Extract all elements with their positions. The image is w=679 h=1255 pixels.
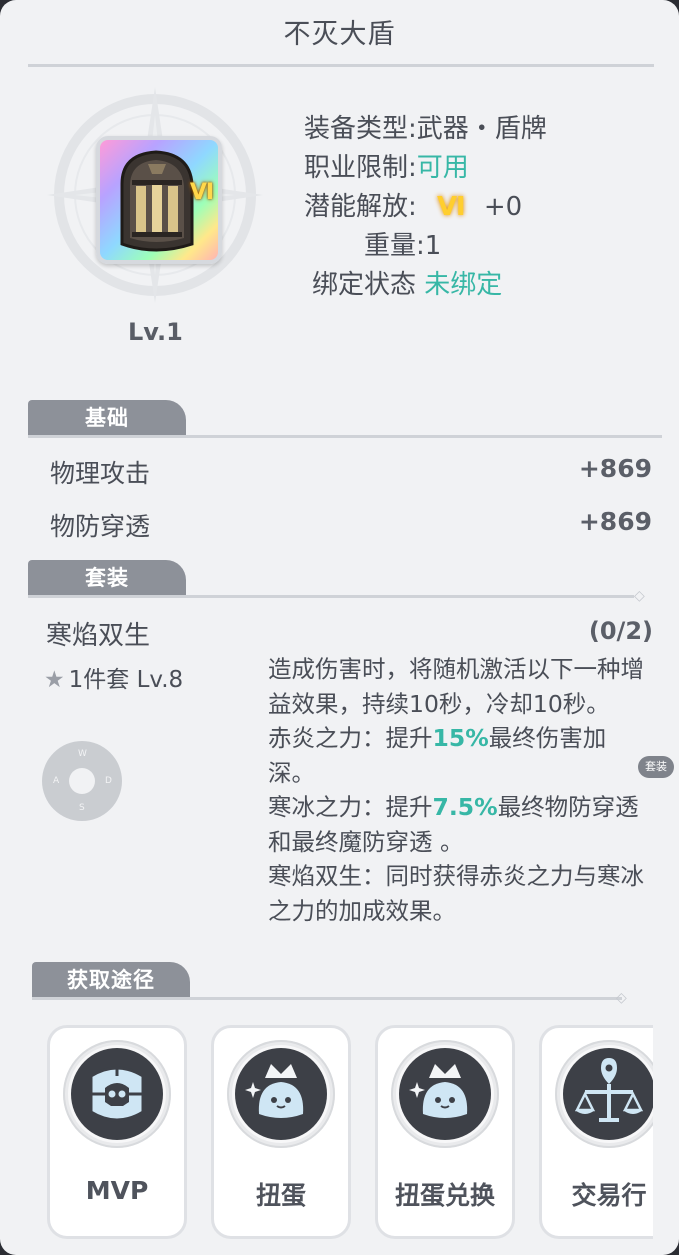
source-icon-disc [71,1048,163,1140]
item-title: 不灭大盾 [283,19,396,50]
side-tab-set[interactable]: 套装 [638,756,674,778]
attr-label: 重量: [364,231,425,261]
item-level: Lv.1 [128,318,183,346]
source-scroller[interactable]: MVP 扭蛋 扭蛋兑换 交易行 [30,1018,653,1248]
desc-line: 赤炎之力：提升15%最终伤害加深。 [268,724,607,787]
skull-shield-icon [89,1064,145,1122]
source-icon-ring [227,1040,335,1148]
stat-name: 物理攻击 [50,459,151,488]
divider-diamond-icon: ◇ [634,588,645,604]
section-divider [32,997,622,1000]
attr-label: 绑定状态 [312,270,417,300]
key-s: S [79,803,85,813]
source-icon-ring [63,1040,171,1148]
tab-sources: 获取途径 [32,962,190,998]
attr-label: 装备类型: [304,114,417,144]
item-icon-frame[interactable]: Ⅵ [96,136,222,264]
stat-value: +869 [578,507,652,536]
attr-value: 未绑定 [424,270,503,300]
attr-bind-status: 绑定状态 未绑定 [312,264,502,301]
stat-value: +869 [578,454,652,483]
set-piece-label: 1件套 Lv.8 [68,667,184,693]
attr-class-limit: 职业限制:可用 [304,147,469,184]
set-description[interactable]: 造成伤害时，将随机激活以下一种增益效果，持续10秒，冷却10秒。 赤炎之力：提升… [268,652,646,936]
key-w: W [78,749,87,759]
source-card-mvp[interactable]: MVP [47,1025,187,1239]
section-divider [28,435,662,438]
desc-line: 寒焰双生：同时获得赤炎之力与寒冰之力的加成效果。 [268,862,644,925]
joystick-knob[interactable] [69,768,95,794]
set-count: (0/2) [588,617,653,645]
attr-weight: 重量:1 [364,225,441,262]
attr-label: 职业限制: [304,153,417,183]
source-card-gacha[interactable]: 扭蛋 [211,1025,351,1239]
source-icon-disc [235,1048,327,1140]
item-detail-panel: 不灭大盾 Ⅵ Lv.1 装备类型:武器・盾牌 职业限制:可用 潜能解放: Ⅵ +… [0,0,679,1255]
source-card-trading[interactable]: 交易行 [539,1025,653,1239]
source-label: 交易行 [571,1181,647,1210]
set-name: 寒焰双生 [46,621,151,651]
attr-value: 武器・盾牌 [416,114,547,144]
desc-line: 造成伤害时，将随机激活以下一种增益效果，持续10秒，冷却10秒。 [268,655,644,718]
potential-tier-icon: Ⅵ [437,192,466,222]
wasd-joystick[interactable]: W A D S [42,741,122,821]
source-icon-ring [555,1040,653,1148]
title-divider [28,64,654,67]
crowned-slime-icon [409,1064,468,1118]
set-piece: ★ 1件套 Lv.8 [44,660,183,694]
source-icon-disc [563,1048,653,1140]
source-icon-ring [391,1040,499,1148]
scales-icon [574,1058,644,1122]
key-a: A [53,776,60,786]
crowned-slime-icon [245,1064,304,1118]
attr-equip-type: 装备类型:武器・盾牌 [304,108,547,145]
stat-row: 物理攻击 +869 [50,454,652,490]
desc-line: 寒冰之力：提升7.5%最终物防穿透和最终魔防穿透 。 [268,793,639,856]
stat-name: 物防穿透 [50,512,151,541]
source-label: 扭蛋兑换 [394,1181,495,1210]
attr-label: 潜能解放: [304,192,417,222]
attr-value: 1 [424,231,442,261]
key-d: D [105,776,112,786]
divider-diamond-icon: ◇ [616,990,627,1006]
source-label: MVP [85,1176,149,1205]
stat-row: 物防穿透 +869 [50,507,652,543]
source-card-gacha-exchange[interactable]: 扭蛋兑换 [375,1025,515,1239]
tab-set: 套装 [28,560,186,596]
attr-potential: 潜能解放: Ⅵ +0 [304,186,522,223]
attr-value: 可用 [416,153,469,183]
tier-badge: Ⅵ [189,180,214,205]
source-icon-disc [399,1048,491,1140]
tab-basic: 基础 [28,400,186,436]
source-label: 扭蛋 [255,1181,306,1210]
star-icon: ★ [44,667,65,693]
attr-value: +0 [483,192,523,222]
section-divider [28,595,634,598]
